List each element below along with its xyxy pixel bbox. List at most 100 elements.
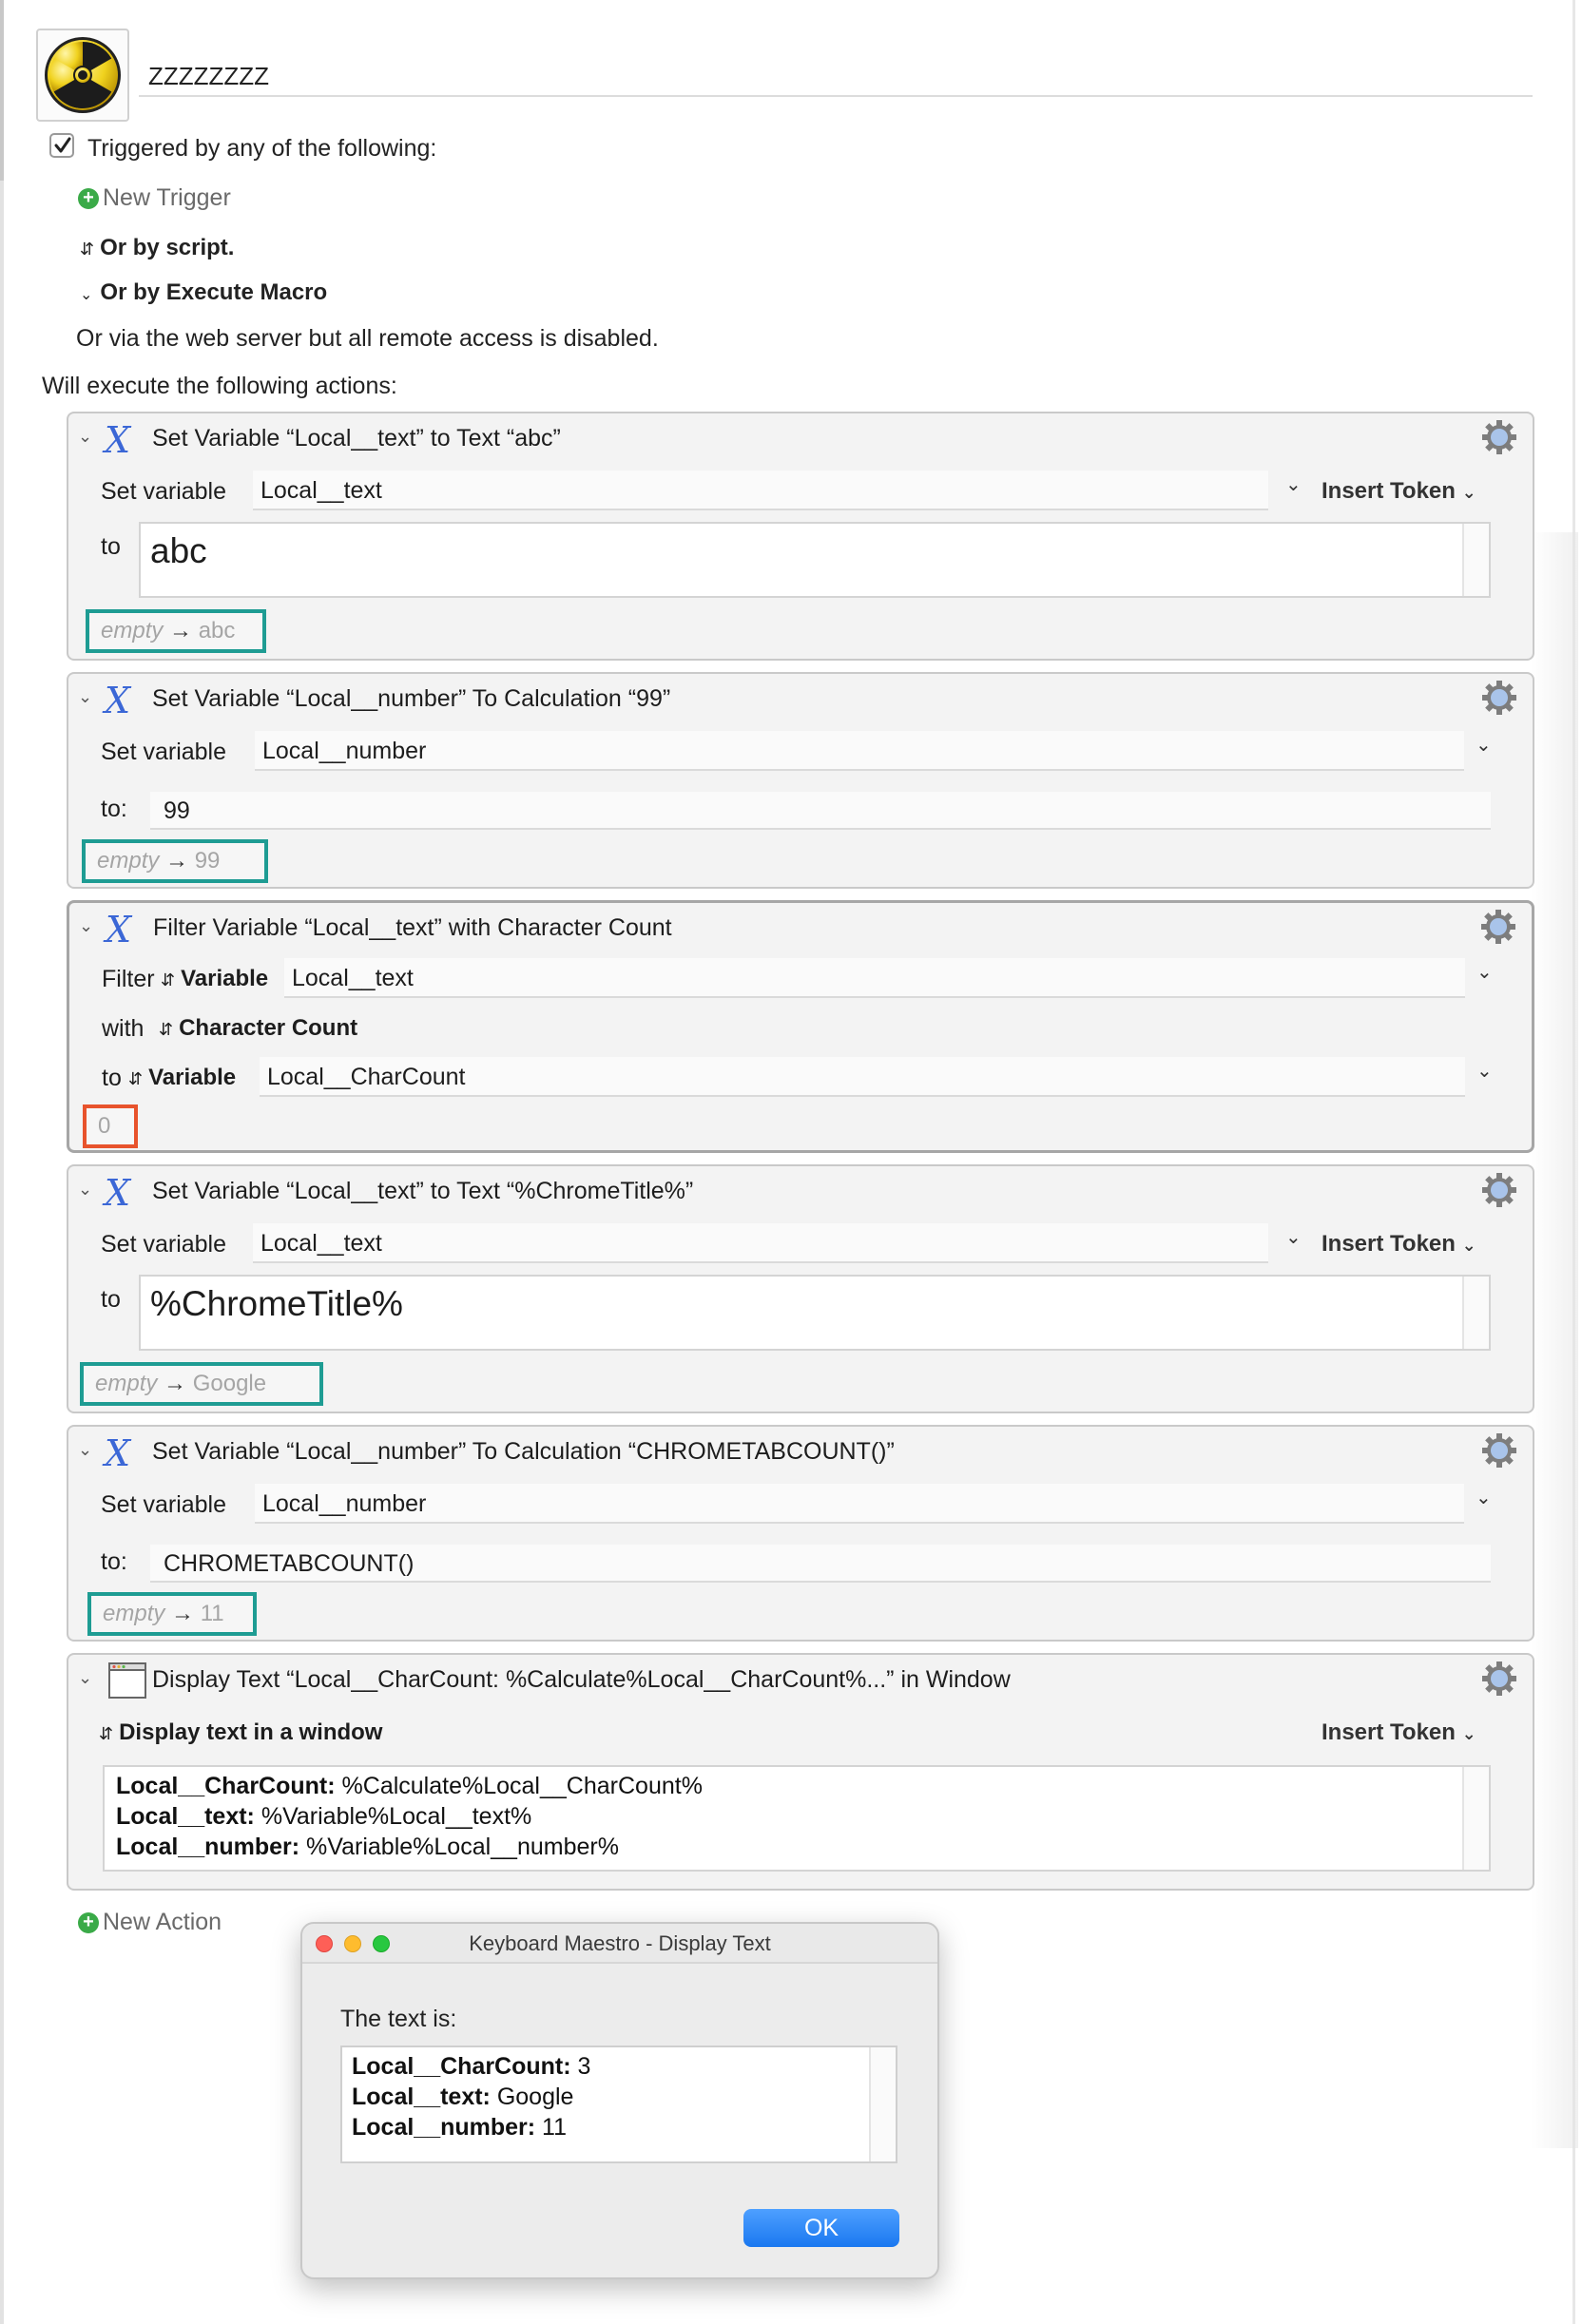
dest-variable-dropdown-chevron-icon[interactable]: ⌄ (1476, 1059, 1493, 1083)
insert-token-label: Insert Token (1322, 1719, 1456, 1745)
variable-name-field[interactable]: Local__number (255, 731, 1464, 771)
insert-token-label: Insert Token (1322, 1231, 1456, 1257)
macro-name-field[interactable]: ZZZZZZZZ (139, 55, 1533, 97)
filter-source-popup[interactable]: ⇵ Variable (161, 966, 268, 992)
macro-icon-well[interactable] (36, 29, 129, 122)
collapse-chevron-icon[interactable]: ⌄ (78, 427, 92, 447)
collapse-chevron-icon[interactable]: ⌄ (79, 916, 93, 936)
calculation-field[interactable]: 99 (150, 792, 1491, 830)
or-by-script-label: Or by script. (100, 235, 235, 260)
action-title[interactable]: Display Text “Local__CharCount: %Calcula… (152, 1666, 1011, 1694)
to-label: to (102, 1065, 122, 1091)
action-set-variable-calculation-99[interactable]: ⌄ X Set Variable “Local__number” To Calc… (67, 672, 1534, 889)
action-display-text[interactable]: ⌄ Display Text “Local__CharCount: %Calcu… (67, 1653, 1534, 1891)
action-filter-variable-character-count[interactable]: ⌄ X Filter Variable “Local__text” with C… (67, 900, 1534, 1153)
display-text-dialog: Keyboard Maestro - Display Text The text… (300, 1922, 939, 2279)
variable-name-field[interactable]: Local__text (253, 471, 1268, 510)
set-variable-label: Set variable (101, 1491, 227, 1518)
window-shadow (1531, 532, 1578, 2148)
action-title[interactable]: Set Variable “Local__text” to Text “%Chr… (152, 1178, 693, 1205)
dialog-text-area[interactable]: Local__CharCount: 3 Local__text: Google … (340, 2046, 897, 2163)
result-empty-label: empty (103, 1601, 165, 1626)
text-area-scrollbar[interactable] (1462, 1277, 1489, 1349)
display-mode-popup[interactable]: ⇵ Display text in a window (99, 1719, 382, 1746)
gear-icon[interactable] (1481, 1432, 1517, 1469)
result-preview: empty → Google (80, 1362, 323, 1406)
action-set-variable-abc[interactable]: ⌄ X Set Variable “Local__text” to Text “… (67, 412, 1534, 661)
action-set-variable-chrome-title[interactable]: ⌄ X Set Variable “Local__text” to Text “… (67, 1164, 1534, 1413)
arrow-right-icon: → (169, 618, 193, 643)
display-text-area[interactable]: Local__CharCount: %Calculate%Local__Char… (103, 1765, 1491, 1872)
collapse-chevron-icon[interactable]: ⌄ (78, 1180, 92, 1200)
gear-icon[interactable] (1481, 419, 1517, 455)
to-label: to: (101, 796, 127, 822)
filter-source-type: Variable (181, 966, 269, 991)
filter-variable-dropdown-chevron-icon[interactable]: ⌄ (1476, 960, 1493, 984)
action-title[interactable]: Set Variable “Local__text” to Text “abc” (152, 425, 561, 452)
action-title[interactable]: Set Variable “Local__number” To Calculat… (152, 1438, 895, 1466)
or-by-script-disclosure[interactable]: ⇵ Or by script. (80, 235, 234, 261)
up-down-chevron-icon: ⇵ (159, 1020, 174, 1039)
filter-variable-field[interactable]: Local__text (284, 958, 1465, 998)
variable-dropdown-chevron-icon[interactable]: ⌄ (1476, 1486, 1492, 1509)
or-by-execute-macro-disclosure[interactable]: ⌄ Or by Execute Macro (80, 279, 327, 306)
variable-dropdown-chevron-icon[interactable]: ⌄ (1476, 733, 1492, 757)
variable-name-field[interactable]: Local__text (253, 1223, 1268, 1263)
line-key: Local__CharCount: (116, 1773, 336, 1799)
up-down-chevron-icon: ⇵ (128, 1069, 144, 1088)
variable-dropdown-chevron-icon[interactable]: ⌄ (1285, 472, 1302, 496)
line-value: Google (490, 2084, 574, 2110)
triggers-enabled-checkbox[interactable] (49, 133, 74, 158)
new-trigger-label: New Trigger (103, 184, 231, 211)
new-action-button[interactable]: + New Action (78, 1909, 222, 1936)
insert-token-button[interactable]: Insert Token ⌄ (1322, 1719, 1476, 1746)
dest-type-popup[interactable]: ⇵ Variable (128, 1065, 236, 1091)
text-area[interactable]: %ChromeTitle% (139, 1275, 1491, 1351)
action-title[interactable]: Filter Variable “Local__text” with Chara… (153, 914, 672, 942)
text-area[interactable]: abc (139, 522, 1491, 598)
filter-type-popup[interactable]: ⇵ Character Count (159, 1015, 357, 1042)
result-value: 11 (200, 1601, 224, 1626)
gear-icon[interactable] (1481, 1172, 1517, 1208)
result-preview: empty → abc (86, 609, 266, 653)
to-label: to (101, 1286, 121, 1313)
gear-icon[interactable] (1480, 909, 1516, 945)
to-label: to (101, 533, 121, 560)
insert-token-button[interactable]: Insert Token ⌄ (1322, 478, 1476, 505)
web-server-note: Or via the web server but all remote acc… (76, 325, 659, 352)
ok-button[interactable]: OK (743, 2209, 899, 2247)
display-line-1: Local__CharCount: %Calculate%Local__Char… (116, 1773, 703, 1800)
insert-token-button[interactable]: Insert Token ⌄ (1322, 1231, 1476, 1258)
new-trigger-button[interactable]: + New Trigger (78, 184, 231, 212)
line-value: 11 (535, 2114, 568, 2141)
variable-dropdown-chevron-icon[interactable]: ⌄ (1285, 1225, 1302, 1249)
action-set-variable-chrome-tab-count[interactable]: ⌄ X Set Variable “Local__number” To Calc… (67, 1425, 1534, 1642)
actions-heading: Will execute the following actions: (42, 373, 397, 399)
result-empty-label: empty (101, 618, 164, 643)
line-value: %Variable%Local__number% (299, 1834, 619, 1860)
collapse-chevron-icon[interactable]: ⌄ (78, 1440, 92, 1460)
radiation-icon (45, 37, 121, 113)
calculation-field[interactable]: CHROMETABCOUNT() (150, 1545, 1491, 1583)
variable-name-field[interactable]: Local__number (255, 1484, 1464, 1524)
result-value: Google (192, 1371, 267, 1396)
dialog-line-2: Local__text: Google (352, 2084, 573, 2111)
collapse-chevron-icon[interactable]: ⌄ (78, 687, 92, 707)
text-area-scrollbar[interactable] (1462, 1767, 1489, 1870)
line-key: Local__number: (116, 1834, 300, 1860)
to-label: to: (101, 1548, 127, 1575)
collapse-chevron-icon[interactable]: ⌄ (78, 1668, 92, 1688)
line-key: Local__text: (352, 2084, 491, 2110)
gear-icon[interactable] (1481, 680, 1517, 716)
result-preview-error: 0 (83, 1104, 138, 1148)
variable-x-icon: X (105, 1172, 131, 1214)
line-key: Local__text: (116, 1803, 255, 1830)
set-variable-label: Set variable (101, 1231, 227, 1258)
action-title[interactable]: Set Variable “Local__number” To Calculat… (152, 685, 670, 713)
dialog-text-scrollbar[interactable] (869, 2047, 896, 2161)
gear-icon[interactable] (1481, 1661, 1517, 1697)
result-value: abc (198, 618, 236, 643)
text-area-scrollbar[interactable] (1462, 524, 1489, 596)
dest-variable-field[interactable]: Local__CharCount (260, 1057, 1465, 1097)
variable-x-icon: X (105, 1432, 131, 1474)
